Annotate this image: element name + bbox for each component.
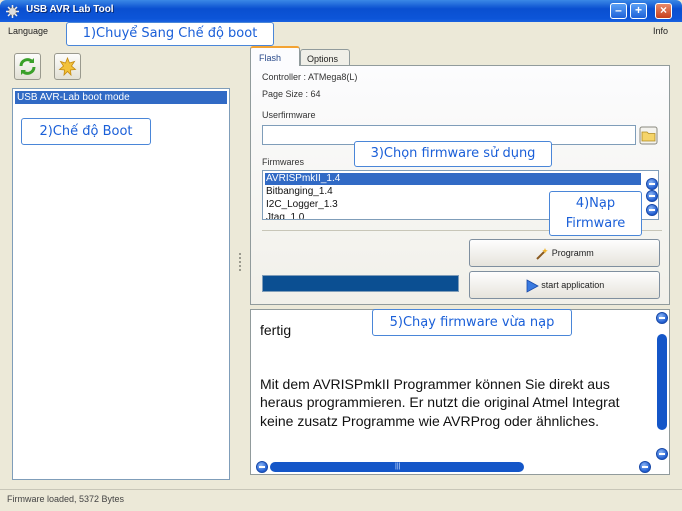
list-item[interactable]: AVRISPmkII_1.4 [265, 173, 641, 185]
callout-step-3: 3)Chọn firmware sử dụng [354, 141, 552, 167]
wand-icon [536, 247, 549, 260]
scroll-up-icon[interactable] [656, 312, 668, 324]
list-scroll-down[interactable] [646, 204, 658, 216]
userfirmware-label: Userfirmware [262, 110, 316, 120]
refresh-button[interactable] [14, 53, 41, 80]
status-text: Firmware loaded, 5372 Bytes [7, 494, 125, 504]
firmwares-label: Firmwares [262, 157, 304, 167]
folder-icon [639, 126, 658, 145]
minimize-button[interactable]: – [610, 3, 627, 19]
program-button[interactable]: Programm [469, 239, 660, 267]
scroll-left-icon[interactable] [256, 461, 268, 473]
log-line: fertig [260, 322, 292, 338]
boot-mode-button[interactable] [54, 53, 81, 80]
start-application-label: start application [541, 280, 605, 290]
status-bar: Firmware loaded, 5372 Bytes [0, 489, 682, 507]
callout-text: Firmware [565, 216, 626, 231]
boot-icon [58, 56, 77, 77]
scroll-right-icon[interactable] [639, 461, 651, 473]
progress-fill [263, 276, 458, 291]
refresh-icon [19, 58, 36, 75]
log-line: heraus programmieren. Er nutzt die origi… [260, 394, 620, 410]
log-line: keine zusatz Programme wie AVRProg oder … [260, 413, 600, 429]
grip-icon: ||| [395, 463, 401, 470]
list-item[interactable]: Bitbanging_1.4 [266, 186, 333, 198]
start-application-button[interactable]: start application [469, 271, 660, 299]
close-icon: × [659, 3, 667, 17]
device-item[interactable]: USB AVR-Lab boot mode [15, 91, 227, 104]
menu-info[interactable]: Info [653, 26, 668, 36]
play-icon [526, 278, 539, 293]
app-icon [6, 5, 19, 18]
window-title: USB AVR Lab Tool [26, 4, 114, 15]
maximize-button[interactable]: + [630, 3, 647, 19]
device-list[interactable]: USB AVR-Lab boot mode [12, 88, 230, 480]
callout-step-4: 4)Nạp Firmware [549, 191, 642, 236]
browse-button[interactable] [639, 126, 658, 145]
tab-flash[interactable]: Flash [250, 46, 300, 66]
maximize-icon: + [634, 3, 642, 17]
callout-step-5: 5)Chạy firmware vừa nạp [372, 309, 572, 336]
menu-language[interactable]: Language [8, 26, 48, 36]
title-bar: USB AVR Lab Tool – + × [0, 0, 682, 22]
list-scroll-thumb[interactable] [646, 190, 658, 202]
callout-step-1: 1)Chuyể Sang Chế độ boot [66, 22, 274, 46]
list-item[interactable]: I2C_Logger_1.3 [266, 199, 338, 211]
list-scroll-up[interactable] [646, 178, 658, 190]
controller-label: Controller : ATMega8(L) [262, 72, 358, 82]
splitter-handle[interactable] [239, 253, 241, 271]
list-item[interactable]: Jtag_1.0 [266, 212, 304, 219]
page-size-label: Page Size : 64 [262, 89, 321, 99]
scroll-thumb[interactable] [657, 334, 667, 430]
callout-step-2: 2)Chế độ Boot [21, 118, 151, 145]
close-button[interactable]: × [655, 3, 672, 19]
scroll-down-icon[interactable] [656, 448, 668, 460]
progress-bar [262, 275, 459, 292]
callout-text: 4)Nạp [575, 196, 616, 211]
log-vertical-scrollbar[interactable] [656, 312, 668, 460]
program-label: Programm [551, 248, 594, 258]
minimize-icon: – [615, 3, 622, 17]
tab-options[interactable]: Options [300, 49, 350, 66]
log-line: Mit dem AVRISPmkII Programmer können Sie… [260, 376, 610, 392]
